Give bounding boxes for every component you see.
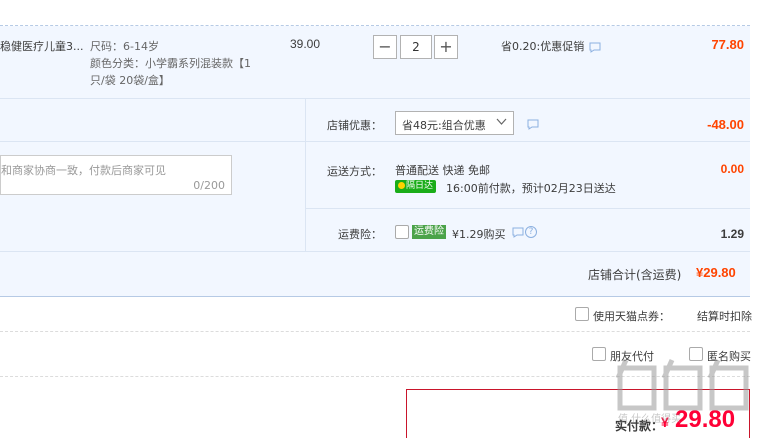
shop-total-amount: ¥29.80 — [696, 265, 736, 280]
item-spec-size: 尺码：6-14岁 — [90, 40, 159, 53]
insurance-price: ¥1.29购买 — [452, 228, 506, 241]
insurance-chat-icon[interactable] — [512, 227, 524, 241]
shop-total-label: 店铺合计(含运费) — [588, 268, 682, 282]
right-divider-1 — [306, 141, 750, 142]
friend-pay-checkbox[interactable] — [592, 347, 606, 361]
unit-price: 39.00 — [290, 37, 321, 51]
left-divider — [0, 141, 305, 142]
options-divider — [0, 376, 750, 377]
shop-discount-select[interactable]: 省48元:组合优惠 — [395, 111, 514, 135]
anonymous-label: 匿名购买 — [707, 350, 751, 363]
quantity-input[interactable]: 2 — [400, 35, 432, 59]
chevron-down-icon — [496, 116, 507, 131]
increase-quantity-button[interactable]: + — [434, 35, 458, 59]
payment-box: 实付款： ¥ 29.80 — [406, 389, 750, 438]
item-subtotal: 77.80 — [711, 37, 744, 52]
anonymous-checkbox[interactable] — [689, 347, 703, 361]
right-divider-2 — [306, 208, 750, 209]
shipping-cost: 0.00 — [720, 162, 744, 176]
insurance-tag: 运费险 — [412, 225, 446, 239]
item-spec-color: 颜色分类：小学霸系列混装款【1 — [90, 57, 251, 70]
badge-dot-icon — [398, 182, 405, 189]
item-spec-color-2: 只/袋 20袋/盒】 — [90, 74, 170, 87]
vertical-divider — [305, 99, 306, 251]
insurance-amount: 1.29 — [720, 227, 744, 241]
next-day-badge-text: 隔日达 — [406, 181, 434, 191]
points-checkbox[interactable] — [575, 307, 589, 321]
shop-discount-chat-icon[interactable] — [527, 119, 539, 133]
payment-label: 实付款： — [615, 419, 664, 433]
shipping-eta: 16:00前付款，预计02月23日送达 — [446, 182, 616, 195]
points-note: 结算时扣除 — [697, 310, 752, 323]
message-input[interactable]: 和商家协商一致，付款后商家可见 0/200 — [0, 155, 232, 195]
points-label: 使用天猫点券： — [593, 310, 670, 323]
insurance-label: 运费险： — [338, 228, 382, 241]
points-divider — [0, 331, 750, 332]
message-counter: 0/200 — [193, 179, 225, 192]
decrease-quantity-button[interactable]: − — [373, 35, 397, 59]
item-title[interactable]: 稳健医疗儿童3... — [0, 38, 84, 54]
help-icon[interactable]: ? — [525, 226, 537, 238]
shipping-label: 运送方式： — [327, 165, 382, 178]
insurance-checkbox[interactable] — [395, 225, 409, 239]
shop-discount-amount: -48.00 — [707, 117, 744, 132]
chat-icon[interactable] — [589, 42, 601, 56]
shop-discount-label: 店铺优惠： — [327, 119, 382, 132]
shipping-method: 普通配送 快递 免邮 — [395, 164, 490, 177]
shop-total-bottom-border — [0, 296, 750, 297]
friend-pay-label: 朋友代付 — [610, 350, 654, 363]
next-day-badge: 隔日达 — [395, 180, 437, 193]
payment-amount: 29.80 — [675, 406, 736, 433]
discount-text: 省0.20:优惠促销 — [501, 40, 585, 53]
payment-currency: ¥ — [661, 414, 669, 430]
shop-discount-selected: 省48元:组合优惠 — [402, 119, 486, 132]
message-placeholder: 和商家协商一致，付款后商家可见 — [1, 164, 166, 177]
